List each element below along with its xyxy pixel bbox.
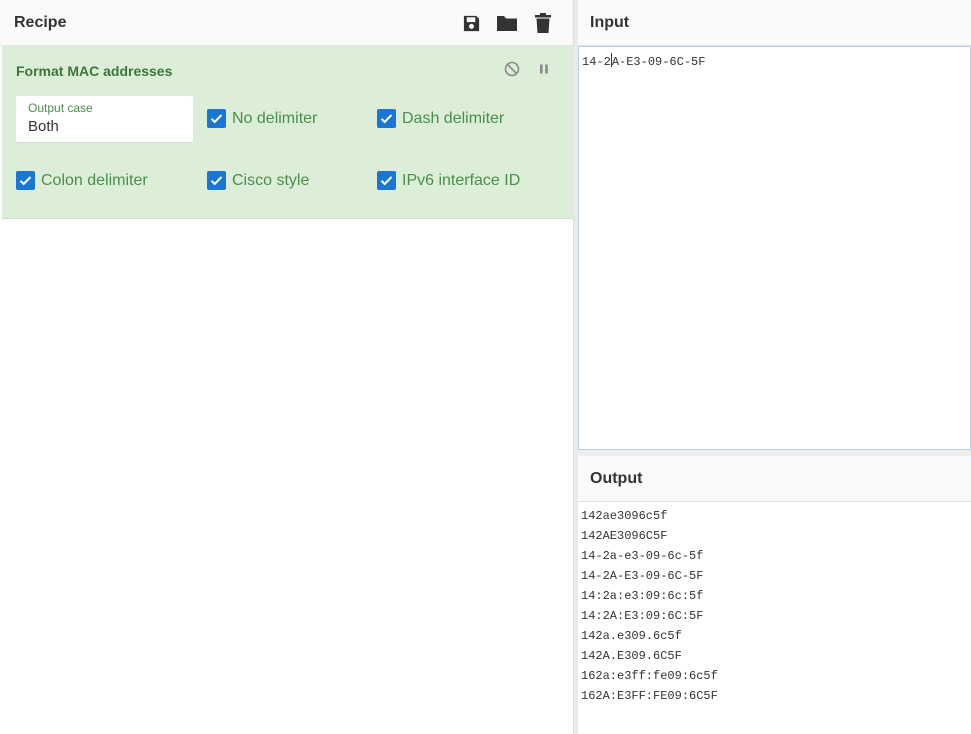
recipe-pane: Recipe Format MAC addresses Output case	[0, 0, 574, 734]
checkbox-checked-icon[interactable]	[207, 109, 226, 128]
output-line: 142a.e309.6c5f	[581, 629, 682, 643]
recipe-header: Recipe	[0, 0, 573, 46]
pause-icon[interactable]	[534, 60, 554, 78]
output-title: Output	[590, 470, 643, 487]
operation-title: Format MAC addresses	[16, 63, 173, 79]
no-delimiter-checkbox[interactable]: No delimiter	[207, 109, 317, 128]
disable-icon[interactable]	[502, 60, 522, 78]
checkbox-checked-icon[interactable]	[377, 109, 396, 128]
folder-icon[interactable]	[495, 11, 519, 35]
input-title: Input	[590, 14, 630, 31]
input-text-before-caret: 14-2	[582, 55, 611, 69]
colon-delimiter-checkbox[interactable]: Colon delimiter	[16, 171, 148, 190]
output-line: 14:2a:e3:09:6c:5f	[581, 589, 704, 603]
output-line: 14:2A:E3:09:6C:5F	[581, 609, 704, 623]
save-icon[interactable]	[459, 11, 483, 35]
output-case-value: Both	[28, 118, 59, 135]
output-line: 14-2a-e3-09-6c-5f	[581, 549, 704, 563]
checkbox-checked-icon[interactable]	[377, 171, 396, 190]
output-line: 162A:E3FF:FE09:6C5F	[581, 689, 718, 703]
no-delimiter-label: No delimiter	[232, 109, 318, 127]
input-text-after-caret: A-E3-09-6C-5F	[611, 55, 706, 69]
cisco-style-checkbox[interactable]: Cisco style	[207, 171, 309, 190]
output-line: 142AE3096C5F	[581, 529, 668, 543]
operation-format-mac-addresses[interactable]: Format MAC addresses Output case Both No…	[2, 46, 574, 219]
colon-delimiter-label: Colon delimiter	[41, 171, 148, 189]
cisco-style-label: Cisco style	[232, 171, 310, 189]
output-text[interactable]: 142ae3096c5f 142AE3096C5F 14-2a-e3-09-6c…	[578, 502, 971, 734]
ipv6-interface-id-checkbox[interactable]: IPv6 interface ID	[377, 171, 520, 190]
output-pane: Output 142ae3096c5f 142AE3096C5F 14-2a-e…	[578, 456, 971, 734]
input-header: Input	[578, 0, 971, 46]
dash-delimiter-label: Dash delimiter	[402, 109, 505, 127]
output-case-select[interactable]: Output case Both	[16, 96, 193, 142]
output-line: 142A.E309.6C5F	[581, 649, 682, 663]
output-line: 14-2A-E3-09-6C-5F	[581, 569, 704, 583]
output-line: 162a:e3ff:fe09:6c5f	[581, 669, 718, 683]
checkbox-checked-icon[interactable]	[16, 171, 35, 190]
output-case-label: Output case	[28, 101, 93, 115]
dash-delimiter-checkbox[interactable]: Dash delimiter	[377, 109, 504, 128]
trash-icon[interactable]	[531, 11, 555, 35]
operation-controls	[502, 60, 554, 78]
ipv6-interface-id-label: IPv6 interface ID	[402, 171, 521, 189]
checkbox-checked-icon[interactable]	[207, 171, 226, 190]
output-header: Output	[578, 456, 971, 502]
output-line: 142ae3096c5f	[581, 509, 668, 523]
recipe-toolbar	[459, 11, 555, 35]
recipe-title: Recipe	[14, 14, 67, 31]
input-pane: Input 14-2A-E3-09-6C-5F	[578, 0, 971, 450]
input-textarea[interactable]: 14-2A-E3-09-6C-5F	[578, 46, 971, 450]
